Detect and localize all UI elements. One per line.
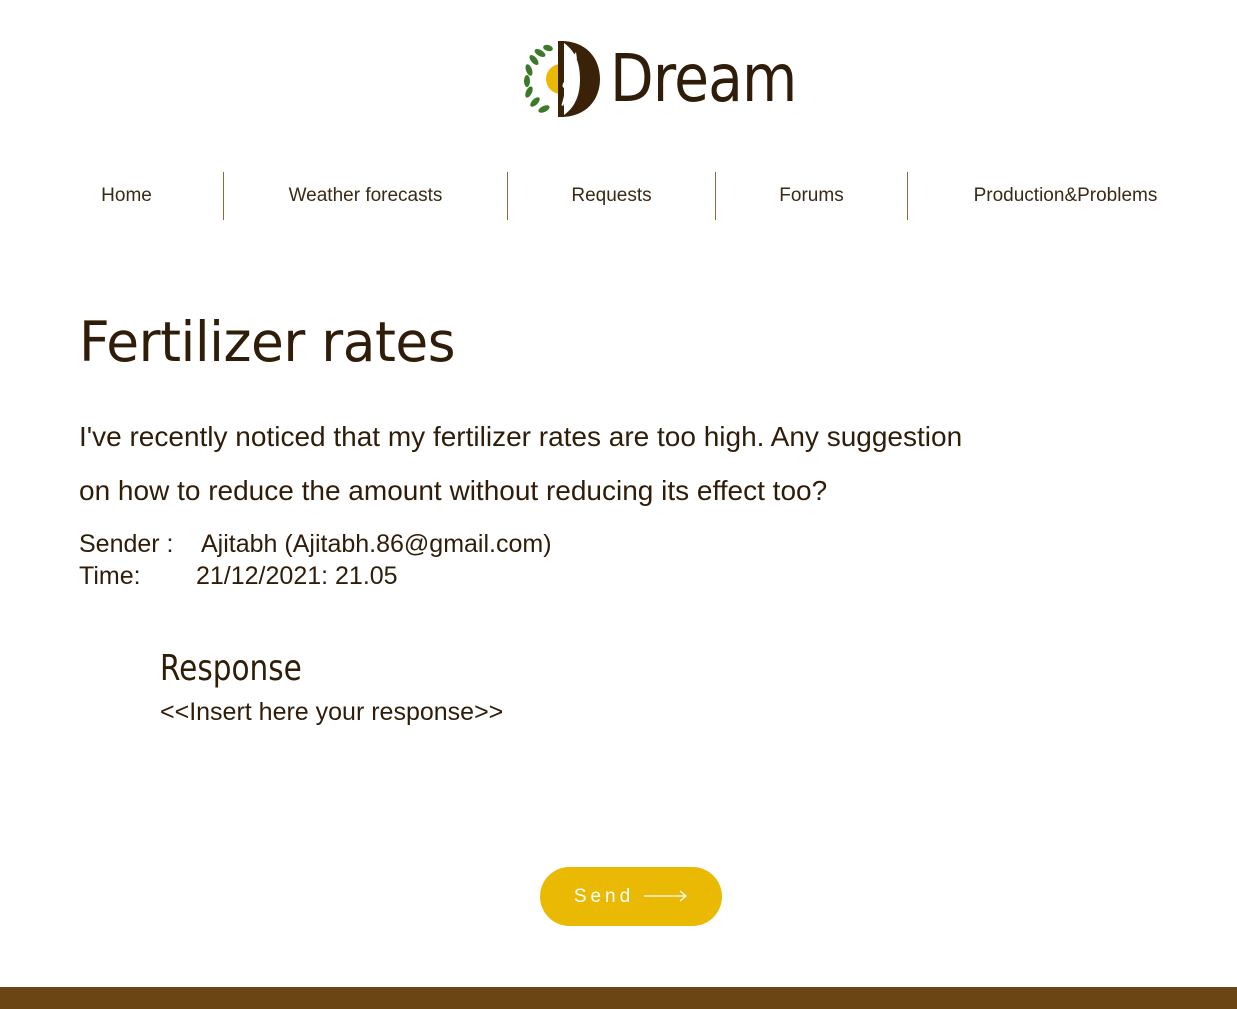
sender-label: Sender : [79,530,174,558]
page: Dream Home Weather forecasts Requests Fo… [0,0,1237,1009]
request-meta: Sender : Ajitabh (Ajitabh.86@gmail.com) … [79,528,552,592]
send-button-label: Send [573,885,635,907]
nav-item-production-problems[interactable]: Production&Problems [907,172,1223,220]
footer-bar [0,987,1237,1009]
brand-logo[interactable]: Dream [520,38,827,120]
wheat-sun-logo-icon [520,38,602,120]
sender-value: Ajitabh (Ajitabh.86@gmail.com) [201,530,552,558]
response-input[interactable] [160,698,1060,818]
nav-item-home[interactable]: Home [30,172,223,220]
request-message-line: I've recently noticed that my fertilizer… [79,421,963,452]
nav-item-forums[interactable]: Forums [715,172,907,220]
nav-item-weather-forecasts[interactable]: Weather forecasts [223,172,507,220]
request-message: I've recently noticed that my fertilizer… [79,410,1059,518]
arrow-right-icon [644,886,688,908]
send-button[interactable]: Send [540,867,722,926]
time-label: Time: [79,562,141,590]
nav-item-requests[interactable]: Requests [507,172,715,220]
page-title: Fertilizer rates [79,310,456,374]
main-nav: Home Weather forecasts Requests Forums P… [30,172,1230,220]
brand-name: Dream [610,40,797,117]
time-row: Time: 21/12/2021: 21.05 [79,560,552,592]
request-message-line: on how to reduce the amount without redu… [79,475,828,506]
time-value: 21/12/2021: 21.05 [196,562,398,590]
response-heading: Response [160,648,302,689]
sender-row: Sender : Ajitabh (Ajitabh.86@gmail.com) [79,528,552,560]
